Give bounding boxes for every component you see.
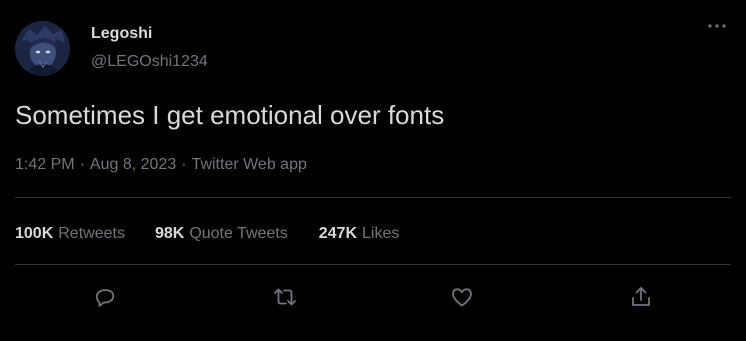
- like-button[interactable]: [447, 282, 477, 312]
- divider: [15, 264, 731, 265]
- tweet-text: Sometimes I get emotional over fonts: [15, 100, 445, 130]
- tweet-detail: Legoshi @LEGOshi1234 Sometimes I get emo…: [0, 0, 746, 341]
- share-button[interactable]: [626, 282, 656, 312]
- reply-icon: [95, 289, 115, 307]
- tweet-date[interactable]: Aug 8, 2023: [90, 156, 176, 173]
- tweet-time[interactable]: 1:42 PM: [15, 156, 75, 173]
- share-icon: [632, 287, 650, 306]
- likes-count: 247K: [318, 225, 357, 242]
- meta-separator: ·: [79, 156, 85, 173]
- author-handle[interactable]: @LEGOshi1234: [91, 52, 208, 72]
- tweet-source[interactable]: Twitter Web app: [192, 156, 307, 173]
- tweet-stats: 100K Retweets 98K Quote Tweets 247K Like…: [15, 223, 399, 245]
- like-icon: [452, 288, 472, 307]
- avatar[interactable]: [15, 21, 70, 76]
- quote-tweets-stat[interactable]: 98K Quote Tweets: [155, 223, 288, 245]
- divider: [15, 197, 731, 198]
- quote-tweets-label: Quote Tweets: [189, 225, 288, 242]
- avatar-image: [15, 21, 70, 76]
- meta-separator: ·: [181, 156, 187, 173]
- author-display-name[interactable]: Legoshi: [91, 24, 152, 44]
- retweets-stat[interactable]: 100K Retweets: [15, 223, 125, 245]
- quote-tweets-count: 98K: [154, 225, 185, 242]
- likes-label: Likes: [362, 225, 400, 242]
- retweets-label: Retweets: [58, 225, 125, 242]
- tweet-meta: 1:42 PM · Aug 8, 2023 · Twitter Web app: [15, 154, 307, 176]
- likes-stat[interactable]: 247K Likes: [319, 223, 400, 245]
- retweets-count: 100K: [15, 225, 54, 242]
- more-dots-icon: [708, 24, 726, 28]
- retweet-button[interactable]: [270, 282, 300, 312]
- retweet-icon: [274, 288, 296, 306]
- reply-button[interactable]: [90, 282, 120, 312]
- more-options-button[interactable]: [702, 14, 732, 38]
